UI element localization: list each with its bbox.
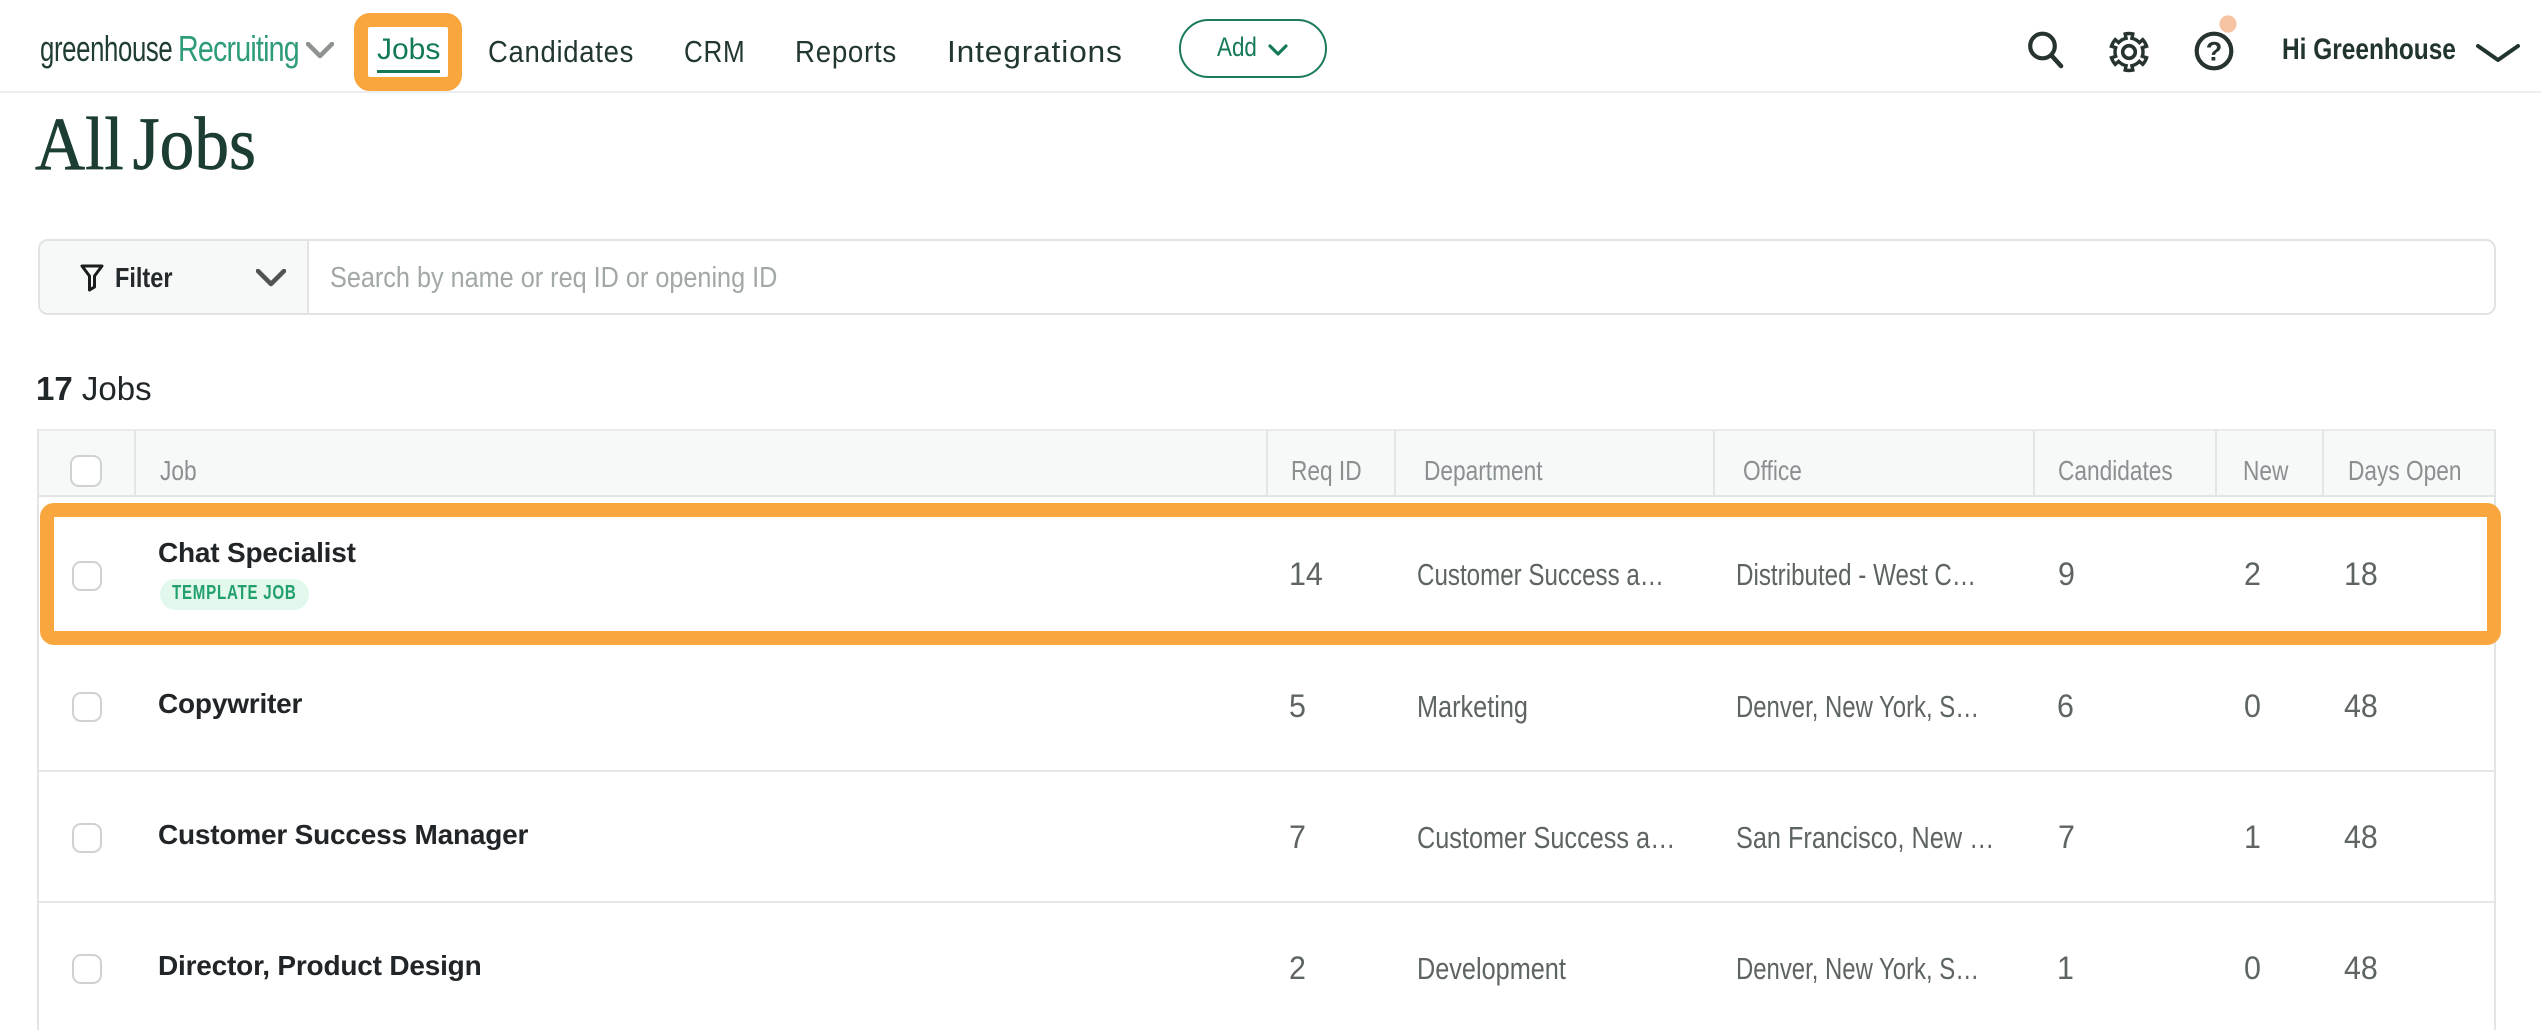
- svg-text:?: ?: [2206, 37, 2223, 67]
